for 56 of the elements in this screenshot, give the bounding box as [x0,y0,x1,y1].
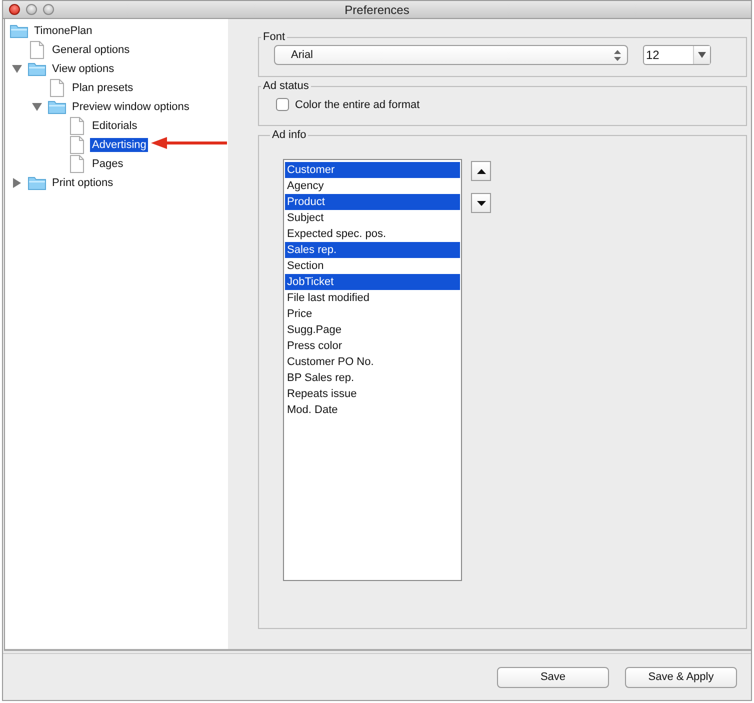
group-label: Font [262,31,286,43]
document-icon [30,40,44,58]
tree-item[interactable]: Advertising [90,138,148,152]
list-item[interactable]: Price [285,306,460,322]
save-apply-button[interactable]: Save & Apply [625,666,737,688]
checkbox[interactable] [276,98,289,111]
down-triangle-icon [476,200,486,206]
up-triangle-icon [476,168,486,174]
tree-item[interactable]: View options [50,62,116,76]
list-item[interactable]: Section [285,258,460,274]
minimize-icon[interactable] [26,4,37,15]
tree-item[interactable]: Editorials [90,118,140,132]
tree-item[interactable]: Pages [90,156,126,170]
folder-icon [28,176,46,190]
list-item[interactable]: Product [285,194,460,210]
font-family-select[interactable]: Arial [274,45,628,65]
list-item[interactable]: Subject [285,210,460,226]
zoom-icon[interactable] [43,4,54,15]
expanded-triangle-icon[interactable] [32,102,42,110]
group-label: Ad status [262,80,310,92]
dropdown-icon [698,52,706,58]
tree-item[interactable]: TimonePlan [32,24,94,38]
list-item[interactable]: BP Sales rep. [285,370,460,386]
folder-icon [28,62,46,76]
group-label: Ad info [271,129,308,141]
list-item[interactable]: Agency [285,178,460,194]
list-item[interactable]: Customer [285,162,460,178]
close-icon[interactable] [9,4,20,15]
list-item[interactable]: Sales rep. [285,242,460,258]
move-down-button[interactable] [471,193,491,213]
list-item[interactable]: Customer PO No. [285,354,460,370]
tree-item[interactable]: Preview window options [70,100,192,114]
list-item[interactable]: Mod. Date [285,402,460,418]
collapsed-triangle-icon[interactable] [13,178,21,188]
move-up-button[interactable] [471,161,491,181]
expanded-triangle-icon[interactable] [12,64,22,72]
document-icon [70,116,84,134]
folder-icon [10,24,28,38]
updown-icon [614,50,621,60]
list-item[interactable]: JobTicket [285,274,460,290]
checkbox-label: Color the entire ad format [295,98,420,110]
list-item[interactable]: Expected spec. pos. [285,226,460,242]
tree-item[interactable]: Print options [50,176,116,190]
window-title: Preferences [344,2,410,16]
document-icon [70,154,84,172]
document-icon [50,78,64,96]
document-icon [70,136,84,154]
list-item[interactable]: Sugg.Page [285,322,460,338]
save-button[interactable]: Save [497,666,609,688]
tree-item[interactable]: General options [50,42,132,56]
list-item[interactable]: Press color [285,338,460,354]
folder-icon [48,100,66,114]
tree-item[interactable]: Plan presets [70,80,136,94]
list-item[interactable]: File last modified [285,290,460,306]
font-size-combo[interactable]: 12 [643,45,711,65]
list-item[interactable]: Repeats issue [285,386,460,402]
